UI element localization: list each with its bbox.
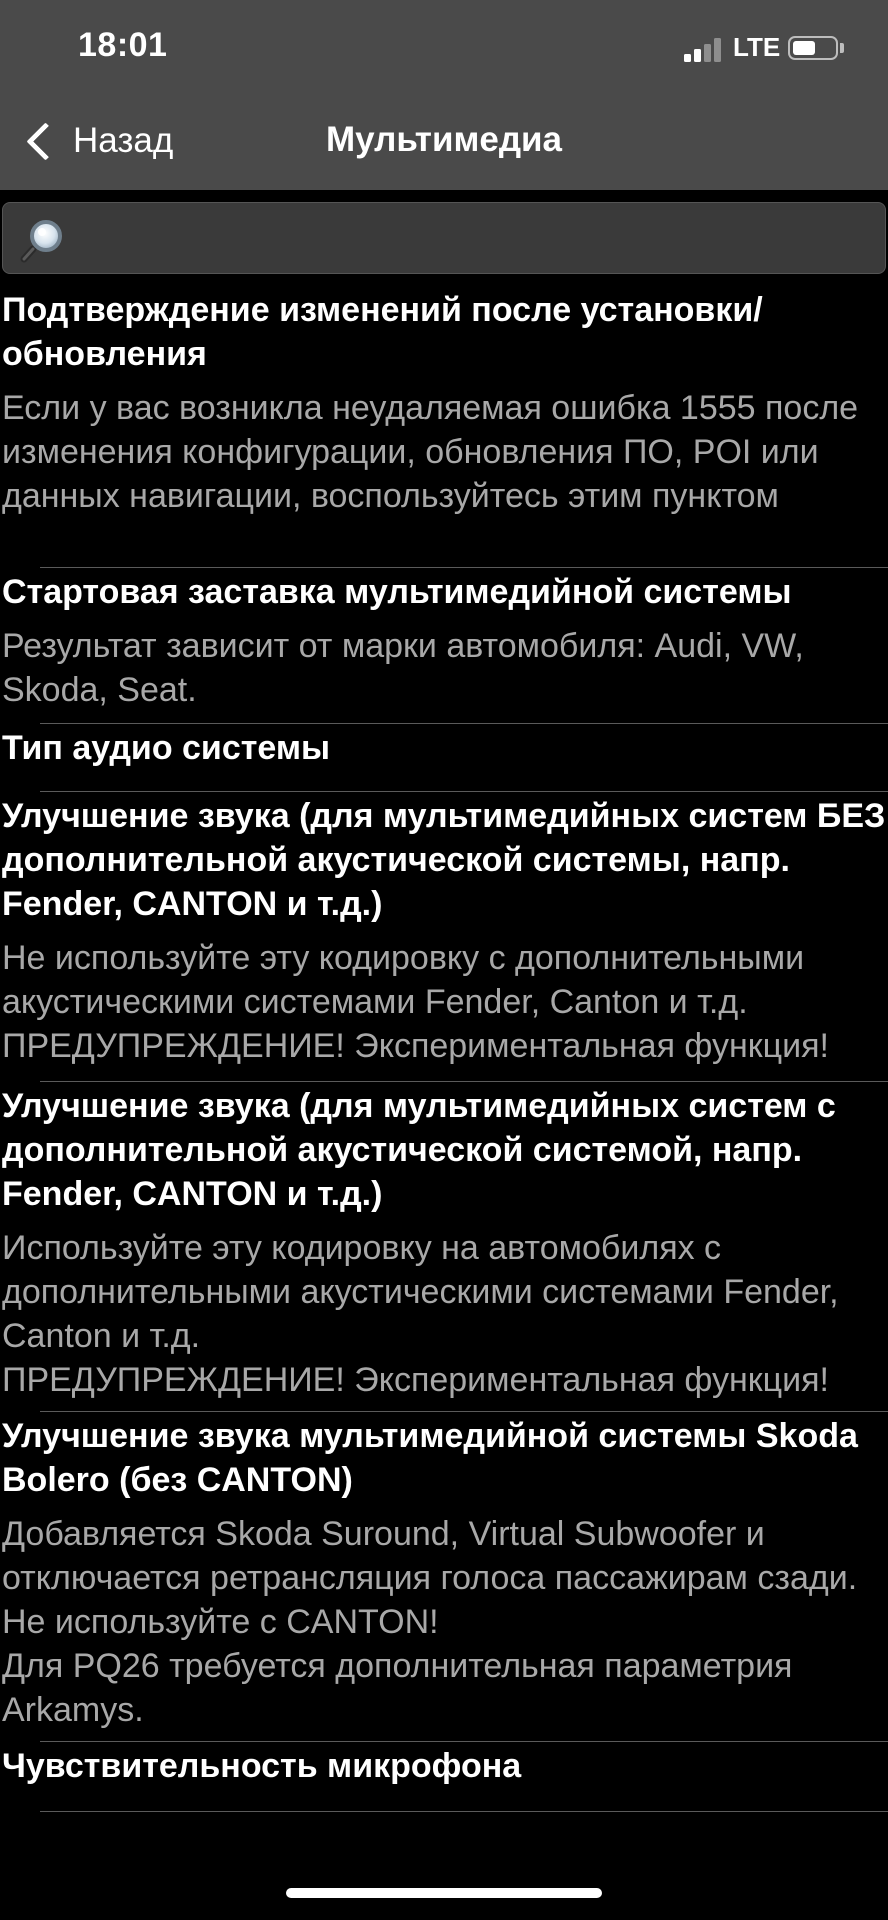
back-button[interactable]: Назад xyxy=(22,118,173,164)
list-item-description: Добавляется Skoda Suround, Virtual Subwo… xyxy=(2,1515,858,1729)
magnifier-icon xyxy=(20,220,62,263)
navigation-bar: Мультимедиа Назад xyxy=(0,98,888,190)
search-field[interactable] xyxy=(2,202,886,274)
list-item-title: Улучшение звука (для мультимедийных сист… xyxy=(2,797,886,923)
status-bar: 18:01 LTE xyxy=(0,0,888,98)
list-item[interactable]: Тип аудио системы xyxy=(0,724,888,792)
list-item[interactable]: Чувствительность микрофона xyxy=(0,1742,888,1812)
list-item[interactable]: Подтверждение изменений после установки/… xyxy=(0,286,888,568)
list-item-description: Если у вас возникла неудаляемая ошибка 1… xyxy=(2,389,859,515)
search-input[interactable] xyxy=(79,213,873,265)
chevron-left-icon xyxy=(26,121,65,161)
battery-icon xyxy=(788,36,838,60)
signal-strength-icon xyxy=(684,36,724,62)
list-item-title: Тип аудио системы xyxy=(2,729,331,767)
list-item-title: Улучшение звука мультимедийной системы S… xyxy=(2,1417,858,1499)
list-item[interactable]: Улучшение звука (для мультимедийных сист… xyxy=(0,792,888,1082)
home-indicator[interactable] xyxy=(286,1888,602,1898)
list-item-title: Чувствительность микрофона xyxy=(2,1747,522,1785)
list-item[interactable]: Стартовая заставка мультимедийной систем… xyxy=(0,568,888,724)
network-type: LTE xyxy=(733,32,781,62)
back-button-label: Назад xyxy=(73,121,174,160)
status-time: 18:01 xyxy=(78,26,168,64)
list-item-title: Подтверждение изменений после установки/… xyxy=(2,291,763,373)
list-item-description: Используйте эту кодировку на автомобилях… xyxy=(2,1229,839,1399)
list-item-title: Стартовая заставка мультимедийной систем… xyxy=(2,573,792,611)
list-item-title: Улучшение звука (для мультимедийных сист… xyxy=(2,1087,836,1213)
search-bar xyxy=(0,190,888,286)
list-item[interactable]: Улучшение звука мультимедийной системы S… xyxy=(0,1412,888,1742)
coding-options-list: Подтверждение изменений после установки/… xyxy=(0,286,888,1812)
list-item[interactable]: Улучшение звука (для мультимедийных сист… xyxy=(0,1082,888,1412)
list-item-description: Не используйте эту кодировку с дополните… xyxy=(2,939,829,1065)
battery-cap xyxy=(840,43,844,53)
divider xyxy=(40,1811,888,1812)
list-item-description: Результат зависит от марки автомобиля: A… xyxy=(2,627,804,709)
